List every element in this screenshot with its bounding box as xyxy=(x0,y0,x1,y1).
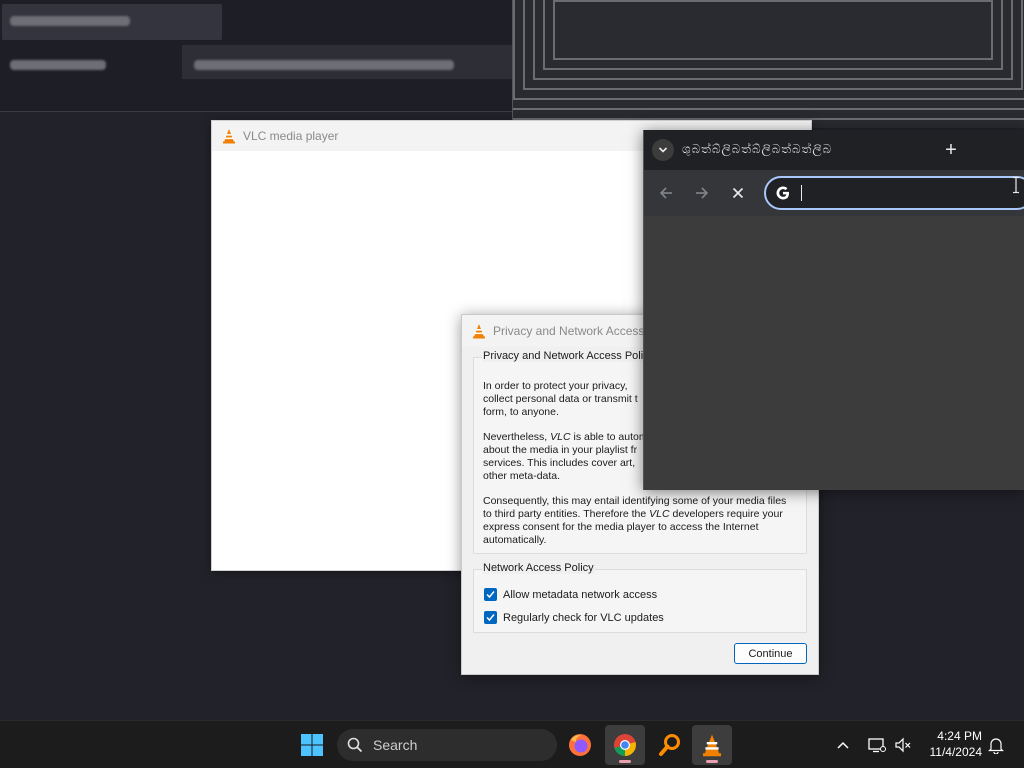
vlc-cone-icon xyxy=(703,734,721,757)
show-hidden-icons-button[interactable] xyxy=(836,721,850,768)
chrome-window: ශුබත්බ්ලිබත්බ්ලිබත්බත්ලිබ + xyxy=(643,130,1024,490)
checkmark-icon xyxy=(486,614,495,622)
stop-button[interactable] xyxy=(728,183,748,203)
search-icon xyxy=(347,737,363,753)
bell-icon xyxy=(988,738,1004,754)
notifications-button[interactable] xyxy=(988,721,1004,768)
privacy-policy-legend: Privacy and Network Access Policy xyxy=(482,350,656,362)
close-icon xyxy=(732,187,744,199)
blurred-text xyxy=(10,60,106,70)
active-indicator xyxy=(619,760,631,763)
check-updates-label: Regularly check for VLC updates xyxy=(503,611,664,624)
continue-button[interactable]: Continue xyxy=(734,643,807,664)
taskbar-clock[interactable]: 4:24 PM 11/4/2024 xyxy=(918,728,983,760)
network-access-group: Network Access Policy Allow metadata net… xyxy=(473,562,807,633)
text-caret xyxy=(801,185,802,201)
chrome-page-content[interactable] xyxy=(644,216,1024,490)
chrome-icon xyxy=(614,734,636,756)
google-g-icon xyxy=(776,186,789,200)
policy-paragraph-3: Consequently, this may entail identifyin… xyxy=(483,495,787,546)
tab-search-button[interactable] xyxy=(652,139,674,161)
chevron-up-icon xyxy=(837,741,849,749)
clock-time: 4:24 PM xyxy=(937,729,982,743)
back-arrow-icon xyxy=(659,187,672,199)
taskbar-vlc[interactable] xyxy=(692,725,732,765)
active-indicator xyxy=(706,760,718,763)
firefox-icon xyxy=(569,734,591,756)
start-button[interactable] xyxy=(292,725,332,765)
taskbar-chrome[interactable] xyxy=(605,725,645,765)
magnifier-app-icon xyxy=(659,734,680,756)
new-tab-button[interactable]: + xyxy=(940,139,962,161)
taskbar: Search 4:24 PM 11/4/2024 xyxy=(0,720,1024,768)
allow-metadata-label: Allow metadata network access xyxy=(503,588,658,601)
chevron-down-icon xyxy=(658,147,668,153)
taskbar-search-everything[interactable] xyxy=(650,725,690,765)
check-updates-checkbox[interactable] xyxy=(484,611,497,624)
check-updates-checkbox-row[interactable]: Regularly check for VLC updates xyxy=(484,611,664,624)
address-bar[interactable] xyxy=(764,176,1024,210)
network-status-button[interactable] xyxy=(868,721,886,768)
tab-title[interactable]: ශුබත්බ්ලිබත්බ්ලිබත්බත්ලිබ xyxy=(682,142,910,160)
volume-muted-icon xyxy=(895,737,911,753)
forward-arrow-icon xyxy=(696,187,709,199)
volume-button[interactable] xyxy=(894,721,912,768)
dialog-title: Privacy and Network Access xyxy=(493,324,645,338)
allow-metadata-checkbox[interactable] xyxy=(484,588,497,601)
vlc-window-title: VLC media player xyxy=(243,129,339,143)
allow-metadata-checkbox-row[interactable]: Allow metadata network access xyxy=(484,588,657,601)
vlc-cone-icon xyxy=(473,324,485,339)
ibeam-cursor-icon xyxy=(1013,176,1019,194)
windows-logo-icon xyxy=(301,734,323,756)
network-access-legend: Network Access Policy xyxy=(482,562,595,574)
chrome-tab-strip: ශුබත්බ්ලිබත්බ්ලිබත්බත්ලිබ + xyxy=(644,130,1024,170)
network-icon xyxy=(868,738,886,753)
taskbar-firefox[interactable] xyxy=(560,725,600,765)
background-pattern-window xyxy=(512,0,1024,128)
blurred-text xyxy=(10,16,130,26)
checkmark-icon xyxy=(486,591,495,599)
forward-button[interactable] xyxy=(692,183,712,203)
vlc-cone-icon xyxy=(223,129,235,144)
chrome-toolbar xyxy=(644,170,1024,216)
taskbar-search-box[interactable]: Search xyxy=(337,729,557,761)
search-label: Search xyxy=(373,737,418,753)
back-button[interactable] xyxy=(656,183,676,203)
clock-date: 11/4/2024 xyxy=(929,745,983,759)
blurred-text xyxy=(194,60,454,70)
